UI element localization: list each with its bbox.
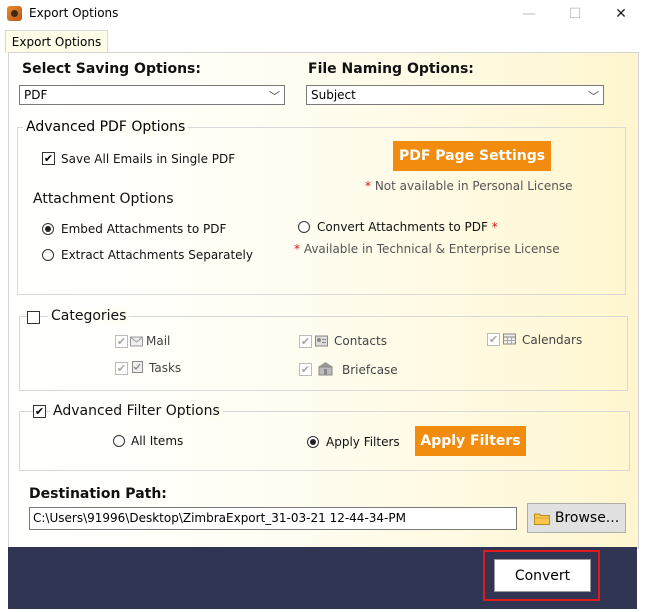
browse-label: Browse... [554, 510, 620, 526]
naming-options-select[interactable]: Subject ﹀ [306, 85, 604, 105]
save-single-pdf-checkbox[interactable]: ✔ [42, 152, 55, 165]
convert-attachments-label: Convert Attachments to PDF * [317, 220, 498, 234]
briefcase-icon [318, 362, 333, 376]
required-mark: * [365, 179, 371, 193]
convert-attachments-radio[interactable] [298, 221, 310, 233]
pdf-page-settings-button[interactable]: PDF Page Settings [393, 141, 551, 171]
extract-attachments-label: Extract Attachments Separately [61, 248, 253, 262]
calendars-checkbox[interactable]: ✔ [487, 333, 500, 346]
close-button[interactable]: ✕ [598, 0, 644, 28]
contacts-checkbox[interactable]: ✔ [299, 335, 312, 348]
extract-attachments-radio[interactable] [42, 249, 54, 261]
saving-options-value: PDF [24, 88, 48, 102]
required-mark: * [491, 220, 498, 234]
destination-path-input[interactable]: C:\Users\91996\Desktop\ZimbraExport_31-0… [29, 507, 517, 530]
naming-options-label: File Naming Options: [308, 61, 474, 77]
categories-group [19, 316, 628, 391]
tasks-label: Tasks [149, 361, 182, 375]
pdf-options-title: Advanced PDF Options [23, 119, 189, 135]
contacts-label: Contacts [334, 334, 387, 348]
tasks-icon [132, 361, 143, 373]
page-settings-note-text: Not available in Personal License [374, 179, 573, 193]
briefcase-checkbox[interactable]: ✔ [299, 363, 312, 376]
apply-filters-radio-label: Apply Filters [326, 435, 400, 449]
embed-attachments-radio[interactable] [42, 223, 54, 235]
convert-attachments-note: * Available in Technical & Enterprise Li… [294, 242, 560, 256]
convert-button[interactable]: Convert [494, 559, 591, 592]
tab-export-options[interactable]: Export Options [5, 30, 108, 53]
chevron-down-icon: ﹀ [269, 90, 280, 103]
apply-filters-radio[interactable] [307, 436, 319, 448]
naming-options-value: Subject [311, 88, 356, 102]
chevron-down-icon: ﹀ [588, 90, 599, 103]
briefcase-label: Briefcase [342, 363, 398, 377]
required-mark: * [294, 242, 300, 256]
app-icon [7, 6, 22, 21]
filter-options-checkbox[interactable]: ✔ [33, 405, 46, 418]
convert-attachments-text: Convert Attachments to PDF [317, 220, 488, 234]
mail-icon [130, 336, 143, 347]
saving-options-select[interactable]: PDF ﹀ [19, 85, 285, 105]
apply-filters-button[interactable]: Apply Filters [415, 426, 526, 456]
maximize-button[interactable]: ☐ [552, 0, 598, 28]
attachment-options-title: Attachment Options [33, 191, 174, 207]
filter-options-title: Advanced Filter Options [50, 403, 223, 419]
calendar-icon [503, 333, 516, 345]
destination-path-label: Destination Path: [29, 486, 167, 502]
filter-options-group [19, 411, 630, 471]
embed-attachments-label: Embed Attachments to PDF [61, 222, 227, 236]
mail-checkbox[interactable]: ✔ [115, 335, 128, 348]
convert-attachments-note-text: Available in Technical & Enterprise Lice… [303, 242, 560, 256]
categories-checkbox[interactable] [27, 311, 40, 324]
contacts-icon [315, 335, 328, 347]
save-single-pdf-label: Save All Emails in Single PDF [61, 152, 236, 166]
page-settings-note: * Not available in Personal License [365, 179, 572, 193]
tasks-checkbox[interactable]: ✔ [115, 362, 128, 375]
all-items-label: All Items [131, 434, 184, 448]
categories-title: Categories [48, 308, 130, 324]
saving-options-label: Select Saving Options: [22, 61, 201, 77]
all-items-radio[interactable] [113, 435, 125, 447]
mail-label: Mail [146, 334, 171, 348]
window-title: Export Options [29, 6, 119, 20]
calendars-label: Calendars [522, 333, 583, 347]
minimize-button[interactable]: — [506, 0, 552, 28]
browse-button[interactable]: Browse... [527, 503, 626, 533]
folder-icon [533, 513, 550, 525]
